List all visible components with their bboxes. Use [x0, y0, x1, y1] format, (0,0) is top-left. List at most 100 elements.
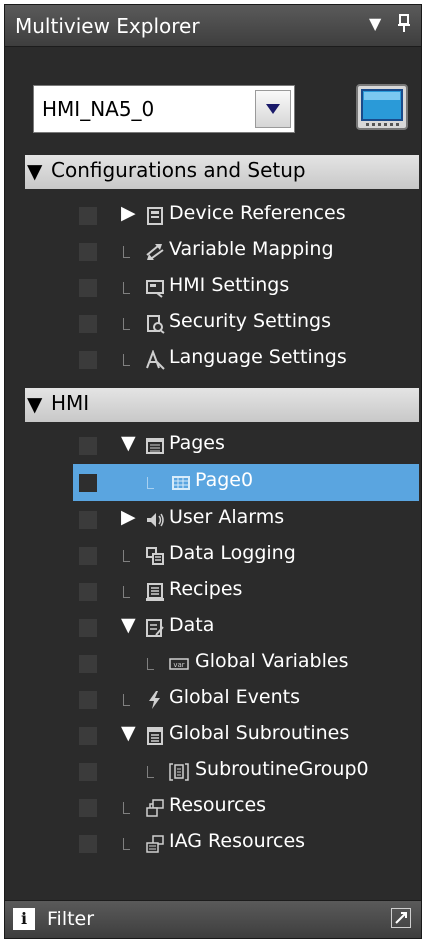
tree-item-device-references[interactable]: ▶ Device References: [5, 198, 421, 232]
tree-item-global-events[interactable]: Global Events: [5, 682, 421, 716]
tree-item-recipes[interactable]: Recipes: [5, 574, 421, 608]
item-checkbox[interactable]: [79, 835, 97, 853]
multiview-explorer-panel: Multiview Explorer ▼ HMI_NA5_0 ▼ Configu…: [4, 4, 422, 939]
tree-item-iag-resources[interactable]: IAG Resources: [5, 826, 421, 860]
tree-connector: [123, 246, 130, 258]
tree-item-label: Variable Mapping: [169, 238, 334, 260]
resources-icon: [145, 798, 165, 818]
device-references-icon: [145, 206, 165, 226]
language-settings-icon: [145, 349, 165, 370]
iag-resources-icon: [145, 834, 165, 854]
device-select-value: HMI_NA5_0: [42, 97, 155, 121]
tree-item-page0[interactable]: Page0: [5, 465, 421, 499]
item-checkbox[interactable]: [79, 619, 97, 637]
tree-connector: [147, 477, 154, 489]
tree-item-resources[interactable]: Resources: [5, 790, 421, 824]
hmi-screen-icon: [356, 84, 408, 130]
tree-item-label: Device References: [169, 202, 346, 224]
item-checkbox[interactable]: [79, 655, 97, 673]
tree-item-label: Data Logging: [169, 542, 296, 564]
caret-right-icon[interactable]: ▶: [121, 202, 136, 224]
global-events-icon: [145, 690, 165, 710]
panel-title: Multiview Explorer: [15, 14, 200, 38]
tree-item-global-variables[interactable]: var Global Variables: [5, 646, 421, 680]
tree-connector: [123, 282, 130, 294]
item-checkbox[interactable]: [79, 799, 97, 817]
security-settings-icon: [145, 314, 165, 334]
item-checkbox[interactable]: [79, 474, 97, 492]
item-checkbox[interactable]: [79, 279, 97, 297]
item-checkbox[interactable]: [79, 511, 97, 529]
caret-down-icon[interactable]: ▼: [27, 159, 42, 183]
caret-down-icon[interactable]: ▼: [121, 614, 136, 636]
tree-item-label: SubroutineGroup0: [195, 758, 369, 780]
item-checkbox[interactable]: [79, 437, 97, 455]
tree-connector: [123, 838, 130, 850]
tree-item-label: Global Events: [169, 686, 300, 708]
item-checkbox[interactable]: [79, 351, 97, 369]
tree-header-label: Configurations and Setup: [51, 158, 306, 182]
pin-icon: [395, 912, 407, 924]
dropdown-arrow-icon[interactable]: ▼: [369, 14, 381, 33]
tree-item-label: IAG Resources: [169, 830, 306, 852]
svg-text:var: var: [173, 661, 184, 669]
tree-item-hmi-settings[interactable]: HMI Settings: [5, 270, 421, 304]
item-checkbox[interactable]: [79, 315, 97, 333]
device-select-dropdown-button[interactable]: [255, 90, 291, 128]
tree-item-label: Recipes: [169, 578, 243, 600]
info-icon[interactable]: i: [13, 908, 35, 930]
item-checkbox[interactable]: [79, 207, 97, 225]
caret-right-icon[interactable]: ▶: [121, 506, 136, 528]
filter-pin-button[interactable]: [391, 908, 411, 928]
tree-item-label: HMI Settings: [169, 274, 290, 296]
tree-item-label: Pages: [169, 432, 225, 454]
pages-icon: [145, 436, 165, 456]
data-logging-icon: [145, 546, 165, 566]
tree-header-label: HMI: [51, 391, 90, 415]
tree-item-label: Global Subroutines: [169, 722, 350, 744]
chevron-down-icon: [266, 104, 280, 114]
caret-down-icon[interactable]: ▼: [121, 722, 136, 744]
tree-item-subroutine-group0[interactable]: SubroutineGroup0: [5, 754, 421, 788]
item-checkbox[interactable]: [79, 763, 97, 781]
tree-item-pages[interactable]: ▼ Pages: [5, 428, 421, 462]
tree-item-label: Page0: [195, 469, 254, 491]
device-select[interactable]: HMI_NA5_0: [33, 85, 295, 133]
tree-connector: [123, 586, 130, 598]
tree-item-label: Security Settings: [169, 310, 331, 332]
tree-connector: [123, 354, 130, 366]
subroutine-group-icon: [169, 762, 189, 782]
item-checkbox[interactable]: [79, 547, 97, 565]
hmi-settings-icon: [145, 278, 165, 298]
tree-item-label: User Alarms: [169, 506, 285, 528]
tree-item-data[interactable]: ▼ Data: [5, 610, 421, 644]
item-checkbox[interactable]: [79, 243, 97, 261]
panel-title-bar: Multiview Explorer ▼: [5, 5, 421, 47]
caret-down-icon[interactable]: ▼: [27, 392, 42, 416]
hmi-device-button[interactable]: [356, 82, 408, 134]
tree-item-label: Resources: [169, 794, 267, 816]
tree-item-data-logging[interactable]: Data Logging: [5, 538, 421, 572]
tree-header-hmi[interactable]: ▼ HMI: [25, 388, 419, 422]
tree-item-variable-mapping[interactable]: Variable Mapping: [5, 234, 421, 268]
variable-mapping-icon: [145, 242, 165, 262]
tree-item-security-settings[interactable]: Security Settings: [5, 306, 421, 340]
caret-down-icon[interactable]: ▼: [121, 432, 136, 454]
item-checkbox[interactable]: [79, 691, 97, 709]
global-variables-icon: var: [169, 654, 189, 674]
tree-item-user-alarms[interactable]: ▶ User Alarms: [5, 502, 421, 536]
tree-item-language-settings[interactable]: Language Settings: [5, 342, 421, 376]
tree-item-label: Data: [169, 614, 215, 636]
item-checkbox[interactable]: [79, 583, 97, 601]
tree-item-global-subroutines[interactable]: ▼ Global Subroutines: [5, 718, 421, 752]
tree-header-configurations[interactable]: ▼ Configurations and Setup: [25, 155, 419, 189]
item-checkbox[interactable]: [79, 727, 97, 745]
filter-label[interactable]: Filter: [47, 908, 94, 930]
data-icon: [145, 618, 165, 638]
pin-icon[interactable]: [397, 14, 411, 36]
tree-connector: [123, 802, 130, 814]
recipes-icon: [145, 582, 165, 602]
tree-connector: [123, 318, 130, 330]
tree-connector: [123, 550, 130, 562]
filter-bar: i Filter: [5, 900, 421, 938]
